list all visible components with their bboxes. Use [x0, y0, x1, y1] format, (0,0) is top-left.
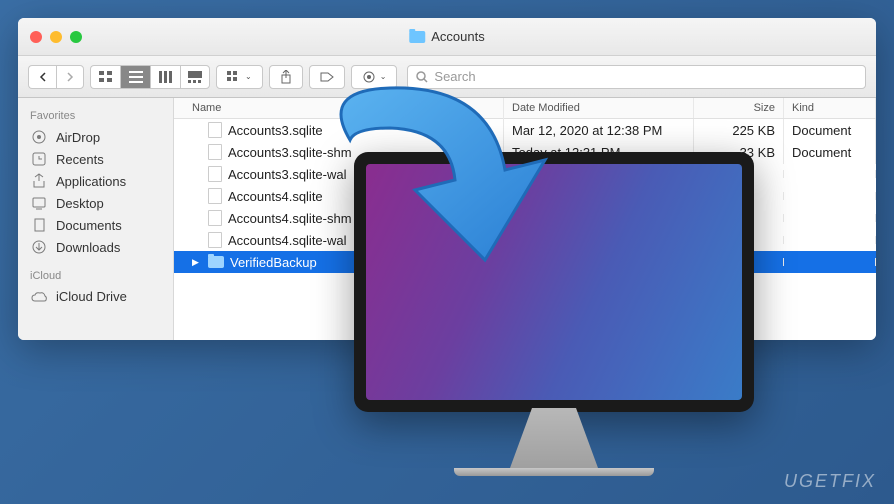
file-kind: Document	[784, 119, 876, 142]
list-icon	[129, 71, 143, 83]
sidebar-item-documents[interactable]: Documents	[18, 214, 173, 236]
search-icon	[416, 71, 428, 83]
sidebar: Favorites AirDrop Recents Applications D…	[18, 98, 174, 340]
gear-icon	[362, 70, 376, 84]
share-icon	[280, 70, 292, 84]
sidebar-section-favorites: Favorites	[18, 106, 173, 126]
share-button[interactable]	[269, 65, 303, 89]
cloud-icon	[30, 291, 48, 303]
file-name: Accounts4.sqlite	[228, 189, 323, 204]
table-row[interactable]: Accounts3.sqlite Mar 12, 2020 at 12:38 PM…	[174, 119, 876, 141]
icon-view-button[interactable]	[90, 65, 120, 89]
arrange-button[interactable]: ⌄	[216, 65, 263, 89]
clock-icon	[30, 151, 48, 167]
watermark: UGETFIX	[784, 471, 876, 492]
window-title-label: Accounts	[431, 29, 484, 44]
file-kind	[784, 258, 876, 266]
file-name: Accounts3.sqlite-shm	[228, 145, 352, 160]
view-switcher	[90, 65, 210, 89]
downloads-icon	[30, 239, 48, 255]
file-name: Accounts3.sqlite-wal	[228, 167, 347, 182]
imac-base	[454, 468, 654, 476]
minimize-button[interactable]	[50, 31, 62, 43]
folder-icon	[409, 31, 425, 43]
sidebar-item-label: Desktop	[56, 196, 104, 211]
search-input[interactable]: Search	[407, 65, 866, 89]
sidebar-item-downloads[interactable]: Downloads	[18, 236, 173, 258]
file-icon	[208, 144, 222, 160]
grid-icon	[99, 71, 113, 83]
column-header-kind[interactable]: Kind	[784, 98, 876, 118]
arrange-icon	[227, 71, 241, 83]
file-name: Accounts4.sqlite-shm	[228, 211, 352, 226]
folder-icon	[208, 256, 224, 268]
close-button[interactable]	[30, 31, 42, 43]
list-header: Name Date Modified Size Kind	[174, 98, 876, 119]
file-name: Accounts4.sqlite-wal	[228, 233, 347, 248]
tag-icon	[320, 71, 334, 83]
zoom-button[interactable]	[70, 31, 82, 43]
airdrop-icon	[30, 129, 48, 145]
disclosure-triangle-icon[interactable]: ▶	[192, 257, 202, 268]
gallery-icon	[188, 71, 202, 83]
file-kind: Document	[784, 141, 876, 164]
gallery-view-button[interactable]	[180, 65, 210, 89]
column-header-name[interactable]: Name	[174, 98, 504, 118]
sidebar-item-label: AirDrop	[56, 130, 100, 145]
nav-buttons	[28, 65, 84, 89]
window-title: Accounts	[409, 29, 484, 44]
imac-illustration	[354, 152, 754, 476]
file-icon	[208, 166, 222, 182]
back-button[interactable]	[28, 65, 56, 89]
file-kind	[784, 236, 876, 244]
file-name: VerifiedBackup	[230, 255, 317, 270]
documents-icon	[30, 217, 48, 233]
sidebar-item-airdrop[interactable]: AirDrop	[18, 126, 173, 148]
file-kind	[784, 170, 876, 178]
file-kind	[784, 192, 876, 200]
forward-button[interactable]	[56, 65, 84, 89]
file-icon	[208, 188, 222, 204]
toolbar: ⌄ ⌄ Search	[18, 56, 876, 98]
chevron-right-icon	[66, 72, 74, 82]
sidebar-item-label: Applications	[56, 174, 126, 189]
sidebar-item-label: Documents	[56, 218, 122, 233]
sidebar-item-label: Downloads	[56, 240, 120, 255]
column-header-size[interactable]: Size	[694, 98, 784, 118]
column-header-date[interactable]: Date Modified	[504, 98, 694, 118]
list-view-button[interactable]	[120, 65, 150, 89]
file-date: Mar 12, 2020 at 12:38 PM	[504, 119, 694, 142]
imac-display	[366, 164, 742, 400]
sidebar-item-desktop[interactable]: Desktop	[18, 192, 173, 214]
search-placeholder: Search	[434, 69, 475, 84]
sidebar-item-recents[interactable]: Recents	[18, 148, 173, 170]
imac-screen	[354, 152, 754, 412]
window-controls	[30, 31, 82, 43]
file-kind	[784, 214, 876, 222]
titlebar: Accounts	[18, 18, 876, 56]
file-size: 225 KB	[694, 119, 784, 142]
file-icon	[208, 232, 222, 248]
sidebar-section-icloud: iCloud	[18, 266, 173, 286]
sidebar-item-applications[interactable]: Applications	[18, 170, 173, 192]
columns-icon	[159, 71, 173, 83]
sidebar-item-icloud-drive[interactable]: iCloud Drive	[18, 286, 173, 307]
imac-stand	[499, 408, 609, 468]
file-name: Accounts3.sqlite	[228, 123, 323, 138]
sidebar-item-label: Recents	[56, 152, 104, 167]
column-view-button[interactable]	[150, 65, 180, 89]
apps-icon	[30, 173, 48, 189]
chevron-left-icon	[39, 72, 47, 82]
file-icon	[208, 122, 222, 138]
file-icon	[208, 210, 222, 226]
sidebar-item-label: iCloud Drive	[56, 289, 127, 304]
tags-button[interactable]	[309, 65, 345, 89]
desktop-icon	[30, 195, 48, 211]
action-button[interactable]: ⌄	[351, 65, 398, 89]
